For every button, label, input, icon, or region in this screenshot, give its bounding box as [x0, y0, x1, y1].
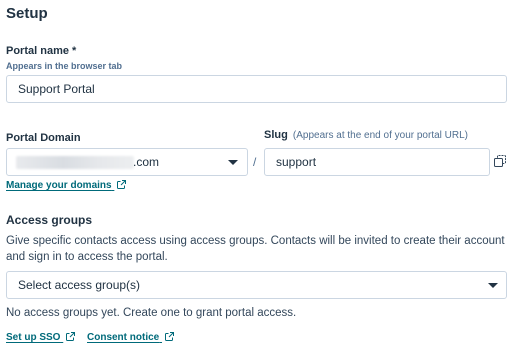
domain-suffix: .com: [133, 155, 160, 169]
portal-name-label: Portal name *: [6, 45, 77, 57]
slug-label-text: Slug: [264, 129, 288, 141]
access-groups-description: Give specific contacts access using acce…: [6, 235, 505, 263]
chevron-down-icon: [488, 283, 498, 288]
slug-label: Slug (Appears at the end of your portal …: [264, 129, 468, 141]
slug-input[interactable]: [264, 148, 490, 176]
external-link-icon: [66, 332, 76, 341]
portal-domain-select[interactable]: .com: [6, 148, 248, 176]
chevron-down-icon: [228, 160, 238, 165]
manage-domains-link[interactable]: Manage your domains: [6, 180, 127, 191]
manage-domains-label: Manage your domains: [6, 180, 112, 191]
redacted-domain: [16, 156, 134, 169]
external-link-icon: [165, 332, 175, 341]
domain-slug-separator: /: [253, 155, 257, 169]
access-groups-placeholder: Select access group(s): [18, 278, 141, 292]
access-groups-heading: Access groups: [6, 213, 93, 227]
setup-sso-label: Set up SSO: [6, 332, 61, 343]
consent-notice-label: Consent notice: [87, 332, 160, 343]
access-groups-select[interactable]: Select access group(s): [6, 271, 507, 299]
portal-name-help: Appears in the browser tab: [6, 61, 123, 71]
setup-sso-link[interactable]: Set up SSO: [6, 332, 76, 343]
portal-name-input[interactable]: [6, 75, 507, 103]
copy-icon[interactable]: [494, 155, 506, 173]
slug-hint: (Appears at the end of your portal URL): [292, 130, 468, 141]
page-title: Setup: [6, 5, 48, 22]
external-link-icon: [117, 180, 127, 189]
consent-notice-link[interactable]: Consent notice: [87, 332, 175, 343]
access-groups-empty-note: No access groups yet. Create one to gran…: [6, 307, 297, 319]
portal-domain-label: Portal Domain: [6, 132, 81, 144]
